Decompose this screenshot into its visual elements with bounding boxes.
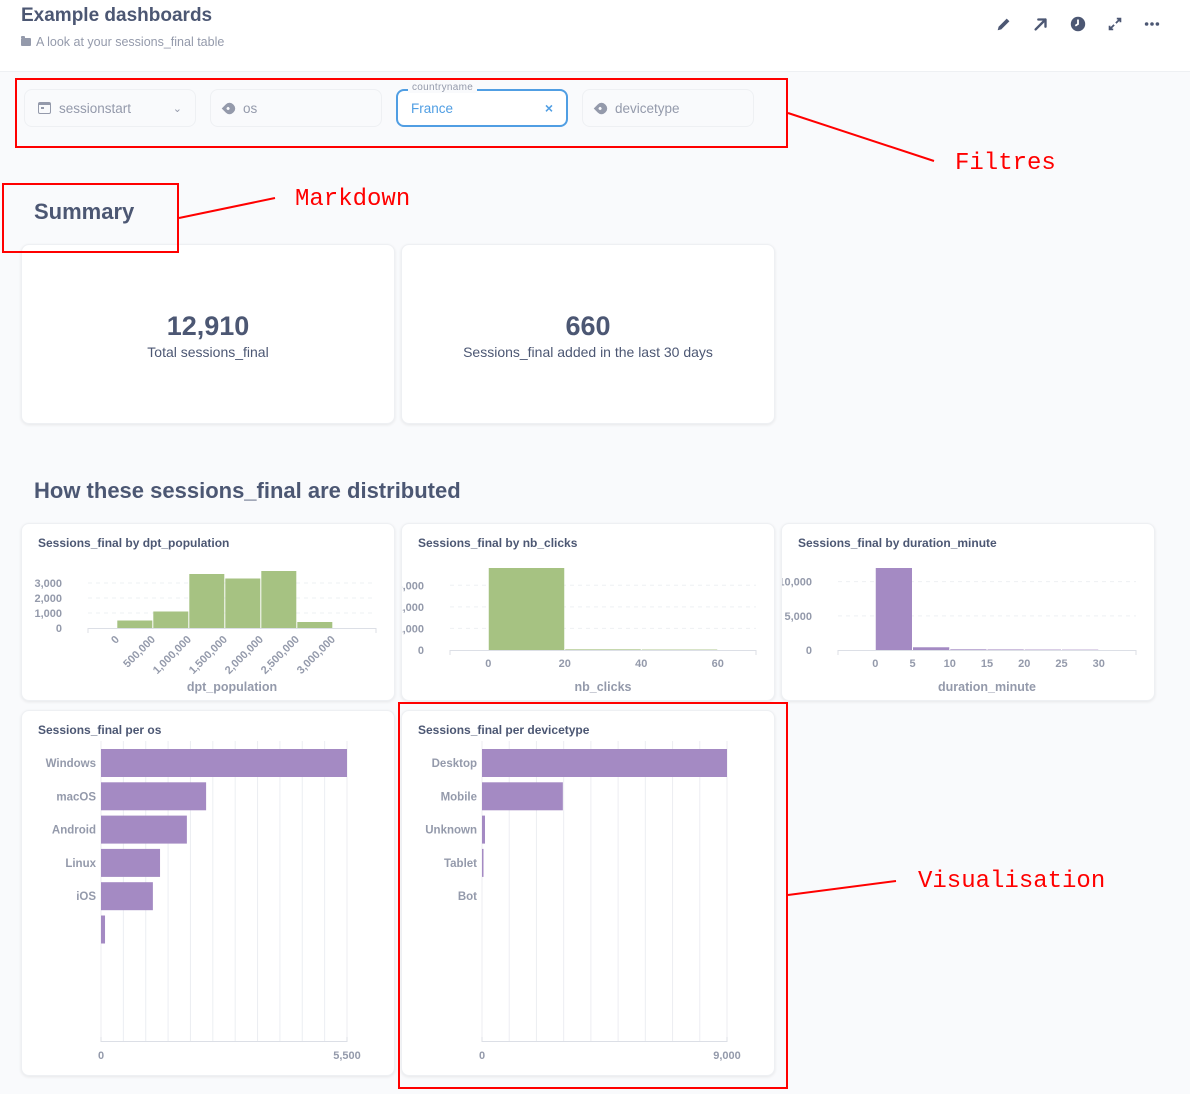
annotation-label-markdown: Markdown [295, 186, 411, 213]
annotation-label-visualisation: Visualisation [918, 868, 1106, 895]
annotation-line-markdown [178, 197, 276, 219]
annotation-label-filters: Filtres [955, 150, 1056, 177]
annotation-line-filters [787, 112, 935, 162]
annotation-line-visualisation [787, 880, 897, 896]
